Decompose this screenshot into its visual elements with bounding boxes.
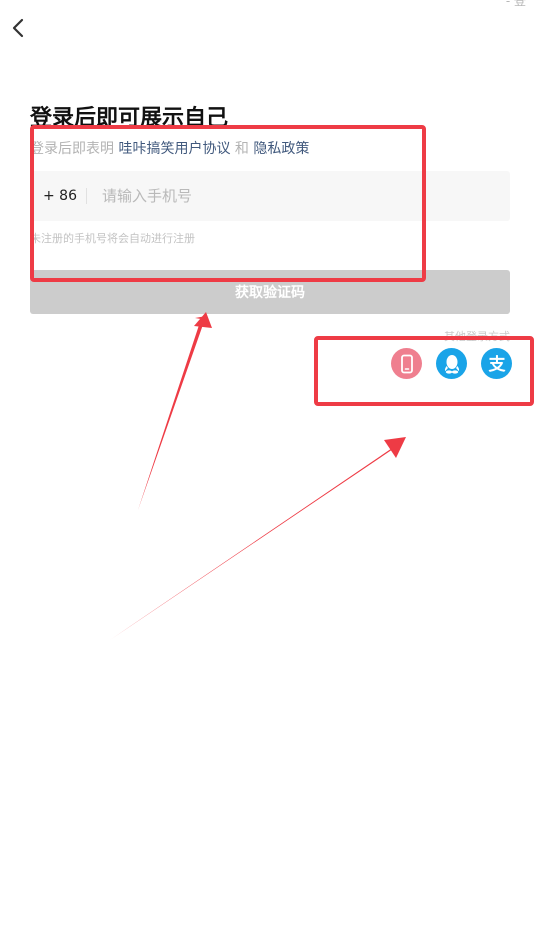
phone-number-input[interactable] (102, 187, 462, 205)
phone-login-button[interactable] (391, 348, 422, 379)
country-code-selector[interactable]: + 86 (43, 188, 81, 204)
qq-login-button[interactable] (436, 348, 467, 379)
get-verification-code-button[interactable]: 获取验证码 (30, 270, 510, 314)
auto-register-hint: 未注册的手机号将会自动进行注册 (30, 232, 195, 245)
phone-input-row: + 86 (30, 171, 510, 221)
other-login-label: 其他登录方式 (444, 330, 510, 343)
back-button[interactable] (6, 14, 30, 42)
qq-penguin-icon (444, 354, 459, 374)
chevron-left-icon (12, 18, 24, 38)
agreement-prefix: 登录后即表明 (30, 141, 114, 157)
alipay-login-button[interactable]: 支 (481, 348, 512, 379)
page-title: 登录后即可展示自己 (30, 106, 229, 131)
top-right-text: - 登 (505, 0, 526, 8)
mobile-phone-icon (400, 354, 413, 373)
user-agreement-link[interactable]: 哇咔搞笑用户协议 (118, 141, 230, 157)
login-page: - 登 登录后即可展示自己 登录后即表明 哇咔搞笑用户协议 和 隐私政策 + 8… (0, 0, 540, 949)
svg-text:支: 支 (488, 354, 506, 375)
annotation-arrow-right (110, 440, 404, 640)
agreement-text: 登录后即表明 哇咔搞笑用户协议 和 隐私政策 (30, 138, 309, 158)
annotation-arrow-up (138, 316, 206, 510)
annotation-arrow-head-1 (194, 312, 212, 328)
agreement-conjunction: 和 (234, 141, 249, 157)
privacy-policy-link[interactable]: 隐私政策 (253, 141, 309, 157)
annotation-arrow-head-2 (384, 437, 406, 458)
alipay-icon: 支 (488, 354, 506, 375)
input-divider (86, 188, 87, 204)
